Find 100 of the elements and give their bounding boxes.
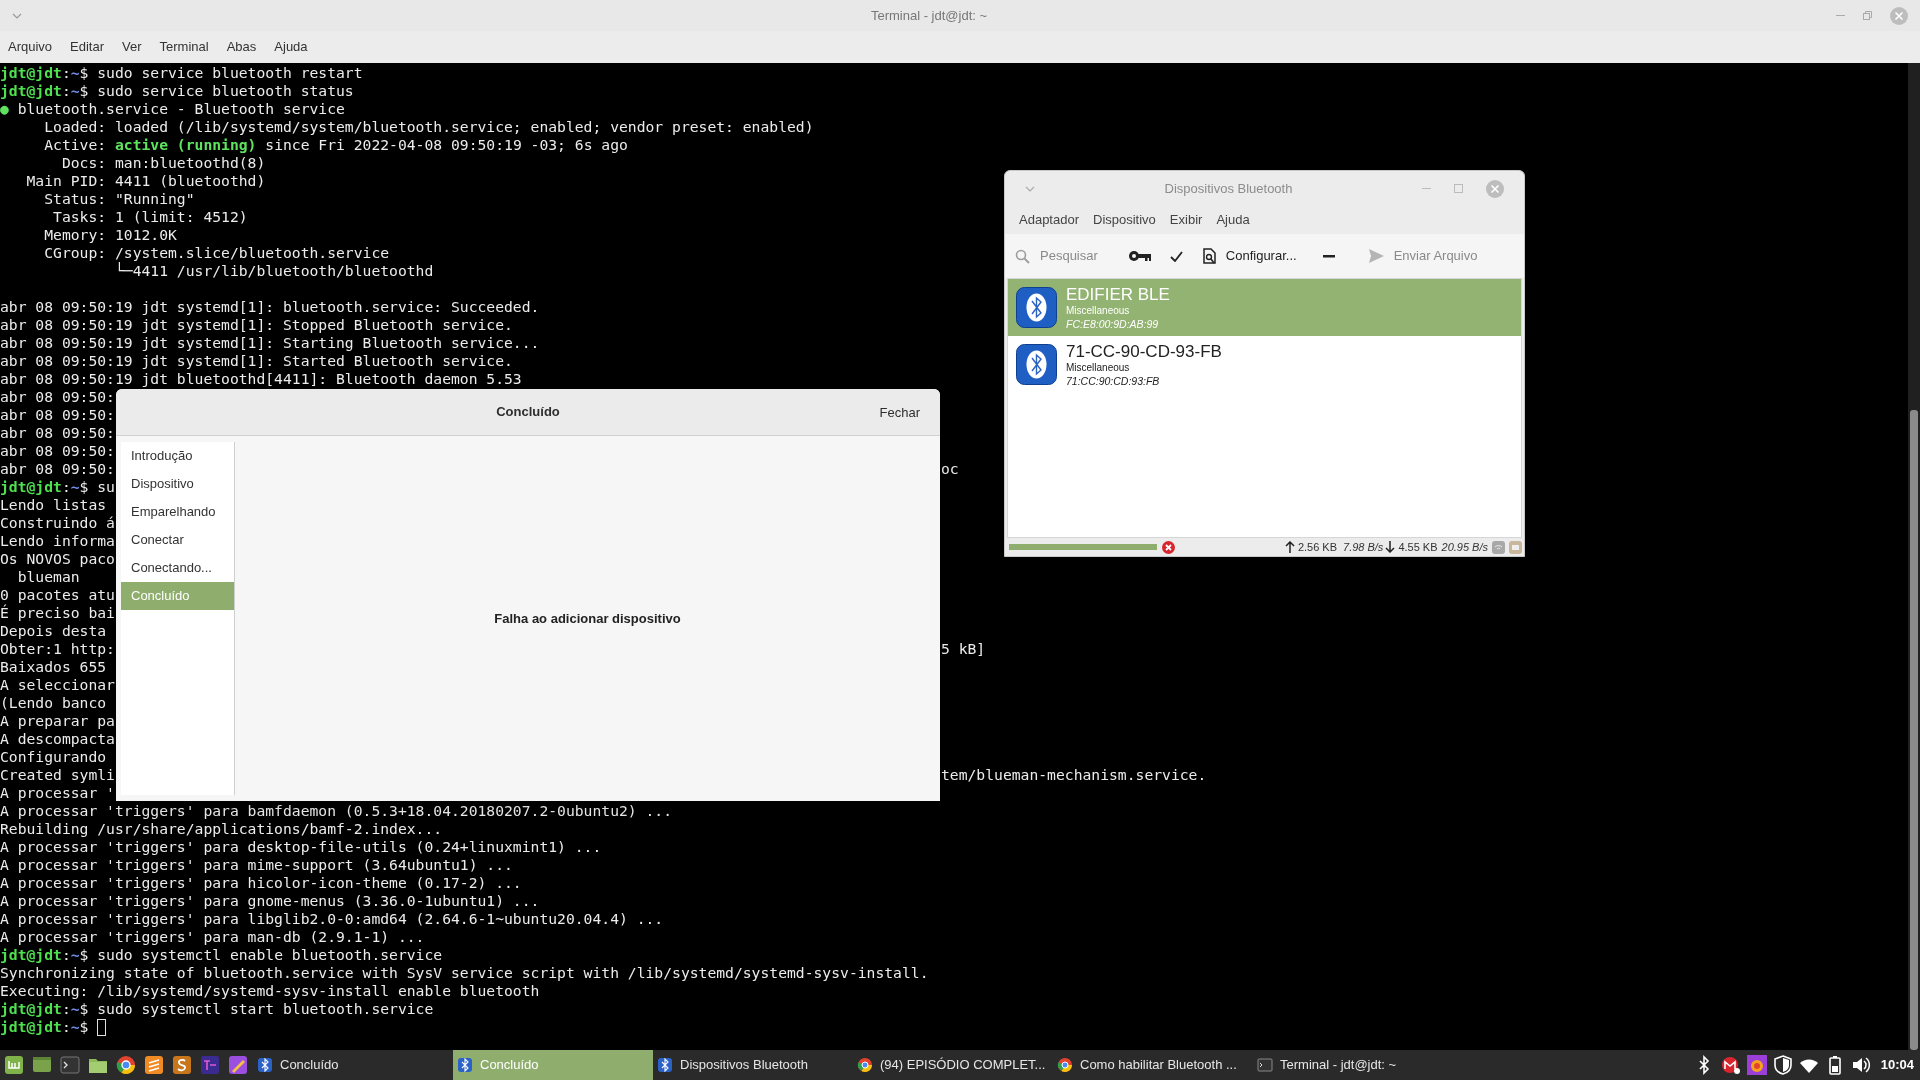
error-message: Falha ao adicionar dispositivo bbox=[494, 609, 681, 628]
menu-item[interactable]: Ver bbox=[120, 35, 144, 59]
terminal-line: Status: "Running" bbox=[43, 190, 195, 208]
terminal-line: jdt@jdt:~$ bbox=[0, 1018, 90, 1036]
bluetooth-icon bbox=[257, 1057, 273, 1073]
menu-item[interactable]: Dispositivo bbox=[1087, 208, 1162, 232]
clock[interactable]: 10:04 bbox=[1880, 1055, 1914, 1075]
terminal-line: A processar ' bbox=[0, 784, 115, 802]
terminal-line: Construindo á bbox=[0, 514, 115, 532]
bluetooth-icon bbox=[657, 1057, 673, 1073]
terminal-line: Executing: /lib/systemd/systemd-sysv-install enable bluetooth bbox=[0, 982, 540, 1000]
window-title: Dispositivos Bluetooth bbox=[1164, 179, 1293, 198]
terminal-line: abr 08 09:50:19 jdt systemd[1]: Started Bluetooth service. bbox=[0, 352, 513, 370]
download-rate: 20.95 B/s bbox=[1441, 539, 1488, 555]
editor-icon[interactable] bbox=[144, 1055, 164, 1075]
terminal-line: jdt@jdt:~$ sudo service bluetooth status bbox=[0, 82, 354, 100]
document-icon bbox=[1202, 248, 1216, 264]
app-icon[interactable] bbox=[172, 1055, 192, 1075]
device-address: 71:CC:90:CD:93:FB bbox=[1066, 373, 1161, 388]
menu-item[interactable]: Abas bbox=[224, 35, 259, 59]
key-icon bbox=[1127, 250, 1152, 262]
terminal-line: jdt@jdt:~$ sudo systemctl enable bluetooth.service bbox=[0, 946, 443, 964]
toolbar-button[interactable]: Configurar... bbox=[1202, 246, 1297, 266]
taskbar-task[interactable]: (94) EPISÓDIO COMPLET... bbox=[853, 1050, 1053, 1080]
scrollbar-thumb[interactable] bbox=[1910, 410, 1918, 1050]
terminal-icon bbox=[1257, 1057, 1273, 1073]
terminal-line: Active: active (running) since Fri 2022-04-08 09:50:19 -03; 6s ago bbox=[43, 136, 628, 154]
taskbar-task[interactable]: Como habilitar Bluetooth ... bbox=[1053, 1050, 1253, 1080]
terminal-line: (Lendo banco bbox=[0, 694, 107, 712]
toolbar-button[interactable] bbox=[1322, 254, 1335, 258]
toolbar-button[interactable] bbox=[1127, 250, 1152, 262]
menu-item[interactable]: Adaptador bbox=[1013, 208, 1085, 232]
terminal-line: A preparar pa bbox=[0, 712, 115, 730]
step-item[interactable]: Introdução bbox=[121, 442, 234, 470]
menu-item[interactable]: Ajuda bbox=[272, 35, 310, 59]
error-icon[interactable] bbox=[1162, 540, 1175, 554]
terminal-line: A seleccionar bbox=[0, 676, 115, 694]
terminal-line: 0 pacotes atu bbox=[0, 586, 115, 604]
terminal-line: A processar 'triggers' para mime-support (3.64ubuntu1) ... bbox=[0, 856, 513, 874]
step-item[interactable]: Conectando... bbox=[121, 554, 234, 582]
search-icon bbox=[1015, 248, 1030, 264]
terminal-line: abr 08 09:50: bbox=[0, 406, 115, 424]
terminal-line: 5 kB] bbox=[941, 640, 987, 658]
shield-icon[interactable] bbox=[1772, 1055, 1793, 1075]
terminal-line: Obter:1 http: bbox=[0, 640, 115, 658]
terminal-icon[interactable] bbox=[60, 1055, 80, 1075]
terminal-line: abr 08 09:50:19 jdt bluetoothd[4411]: Bluetooth daemon 5.53 bbox=[0, 370, 522, 388]
device-name: EDIFIER BLE bbox=[1066, 284, 1170, 304]
mail-icon[interactable] bbox=[1720, 1055, 1741, 1075]
device-type: Miscellaneous bbox=[1066, 360, 1131, 374]
step-item[interactable]: Dispositivo bbox=[121, 470, 234, 498]
toolbar-button[interactable] bbox=[1169, 250, 1183, 262]
minus-icon bbox=[1322, 254, 1335, 258]
terminal-line: abr 08 09:50: bbox=[0, 388, 115, 406]
step-item[interactable]: Conectar bbox=[121, 526, 234, 554]
terminal-line: A processar 'triggers' para gnome-menus (3.36.0-1ubuntu1) ... bbox=[0, 892, 540, 910]
send-icon bbox=[1368, 249, 1384, 263]
window-title: Terminal - jdt@jdt: ~ bbox=[870, 6, 988, 25]
step-item[interactable]: Emparelhando bbox=[121, 498, 234, 526]
terminal-line: Os NOVOS paco bbox=[0, 550, 115, 568]
menu-item[interactable]: Exibir bbox=[1163, 208, 1209, 232]
terminal-line: Lendo informa bbox=[0, 532, 115, 550]
terminal-line: É preciso bai bbox=[0, 604, 115, 622]
app-icon[interactable] bbox=[1746, 1055, 1767, 1075]
terminal-line: Synchronizing state of bluetooth.service with SysV service script with /lib/systemd/systemd-sysv-install. bbox=[0, 964, 929, 982]
menu-item[interactable]: Editar bbox=[68, 35, 107, 59]
browser-icon[interactable] bbox=[116, 1055, 136, 1075]
terminal-line: Depois desta bbox=[0, 622, 107, 640]
terminal-line: blueman bbox=[16, 568, 80, 586]
taskbar-task[interactable]: Terminal - jdt@jdt: ~ bbox=[1253, 1050, 1453, 1080]
taskbar-task[interactable]: Concluído bbox=[253, 1050, 453, 1080]
terminal-line: └─4411 /usr/lib/bluetooth/bluetoothd bbox=[113, 262, 434, 280]
terminal-line: Rebuilding /usr/share/applications/bamf-2.index... bbox=[0, 820, 443, 838]
terminal-line: Configurando bbox=[0, 748, 107, 766]
terminal-line: abr 08 09:50: bbox=[0, 424, 115, 442]
bluetooth-icon bbox=[1016, 287, 1057, 328]
terminal-line: CGroup: /system.slice/bluetooth.service bbox=[43, 244, 390, 262]
terminal-line: abr 08 09:50: bbox=[0, 460, 115, 478]
terminal-line: abr 08 09:50:19 jdt systemd[1]: bluetooth.service: Succeeded. bbox=[0, 298, 540, 316]
volume-icon[interactable] bbox=[1850, 1055, 1871, 1075]
close-button[interactable]: Fechar bbox=[877, 401, 922, 425]
terminal-line: A processar 'triggers' para man-db (2.9.1-1) ... bbox=[0, 928, 425, 946]
terminal-line: A processar 'triggers' para desktop-file-utils (0.24+linuxmint1) ... bbox=[0, 838, 602, 856]
desktop-icon[interactable] bbox=[32, 1055, 52, 1075]
terminal-line: oc bbox=[941, 460, 960, 478]
menu-item[interactable]: Arquivo bbox=[6, 35, 55, 59]
taskbar-task[interactable]: Dispositivos Bluetooth bbox=[653, 1050, 853, 1080]
storage-icon bbox=[1509, 540, 1522, 554]
terminal-line: A processar 'triggers' para hicolor-icon-theme (0.17-2) ... bbox=[0, 874, 522, 892]
menu-item[interactable]: Terminal bbox=[157, 35, 211, 59]
pencil-icon[interactable] bbox=[228, 1055, 248, 1075]
terminal-line: Docs: man:bluetoothd(8) bbox=[60, 154, 266, 172]
menu-icon[interactable] bbox=[4, 1055, 24, 1075]
terminal-line: tem/blueman-mechanism.service. bbox=[941, 766, 1208, 784]
menu-item[interactable]: Ajuda bbox=[1210, 208, 1256, 232]
terminal-line: abr 08 09:50:19 jdt systemd[1]: Stopped Bluetooth service. bbox=[0, 316, 513, 334]
terminal-line: Loaded: loaded (/lib/systemd/system/bluetooth.service; enabled; vendor preset: enabled) bbox=[43, 118, 814, 136]
device-address: FC:E8:00:9D:AB:99 bbox=[1066, 316, 1160, 331]
browser-icon bbox=[857, 1057, 873, 1073]
signal-icon bbox=[1492, 540, 1505, 554]
